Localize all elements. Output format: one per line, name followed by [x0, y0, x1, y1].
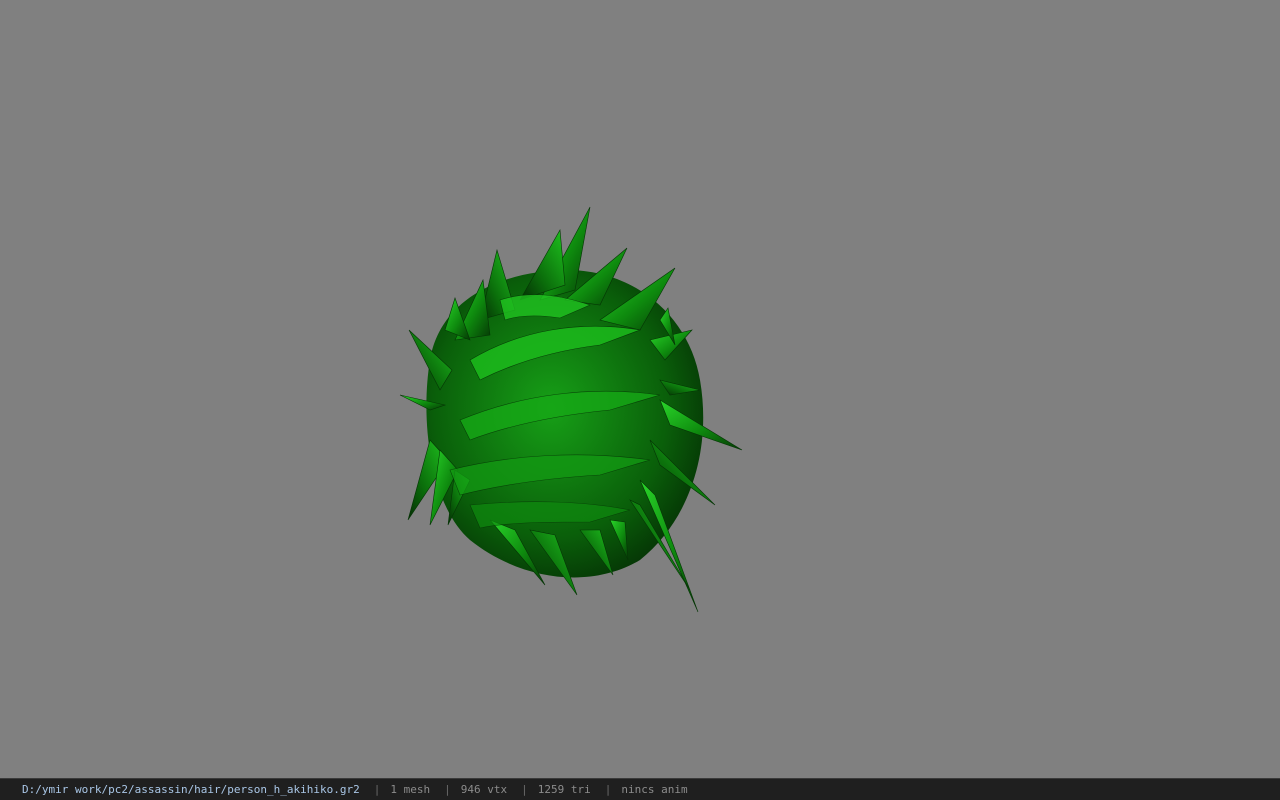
hair-model-render[interactable]: [0, 0, 1280, 778]
separator: |: [521, 783, 528, 796]
separator: |: [604, 783, 612, 796]
mesh-count: 1 mesh: [390, 783, 431, 796]
animation-status: nincs anim: [621, 783, 688, 796]
file-path: D:/ymir work/pc2/assassin/hair/person_h_…: [22, 783, 360, 796]
separator: |: [444, 783, 451, 796]
vertex-count: 946 vtx: [460, 783, 508, 796]
triangle-count: 1259 tri: [537, 783, 591, 796]
3d-viewport[interactable]: [0, 0, 1280, 778]
status-bar: D:/ymir work/pc2/assassin/hair/person_h_…: [0, 778, 1280, 800]
separator: |: [373, 783, 381, 796]
